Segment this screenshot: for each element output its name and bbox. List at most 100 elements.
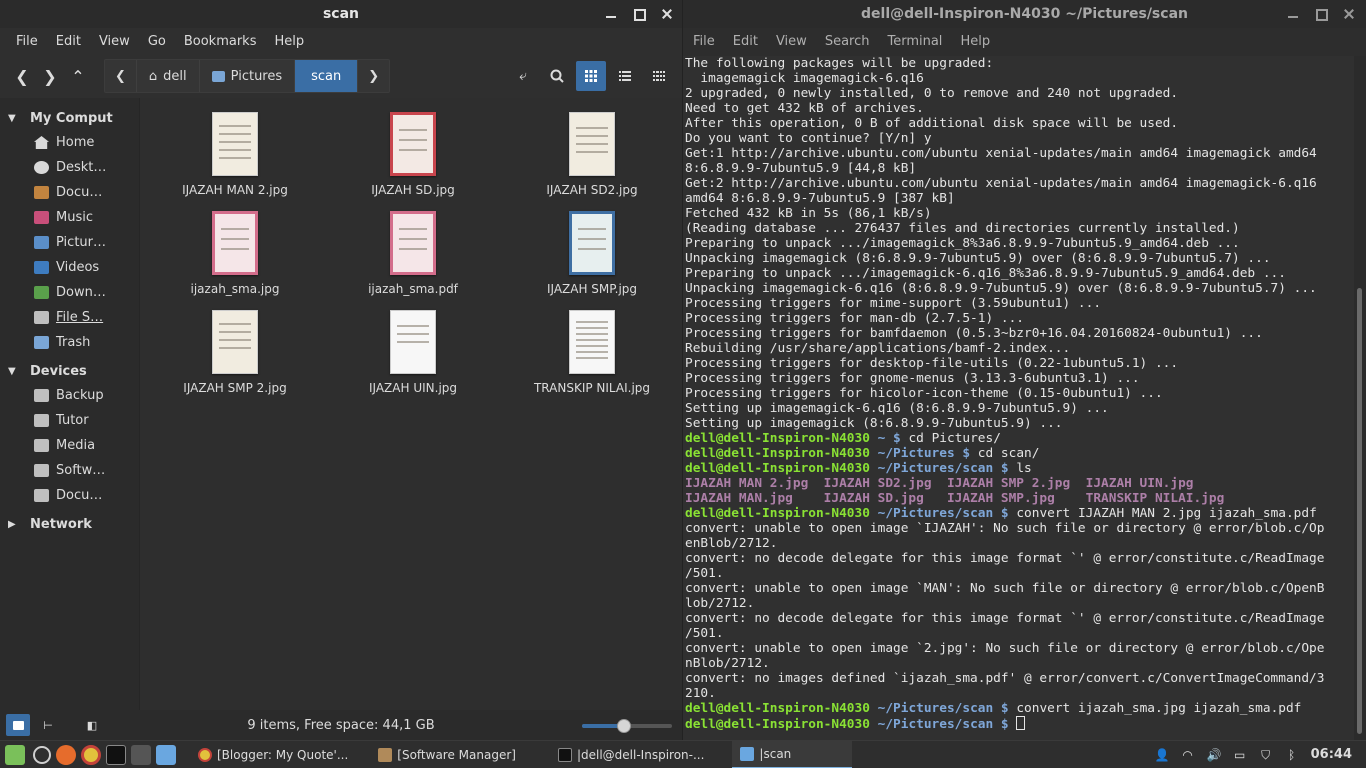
bluetooth-icon[interactable]: ᛒ bbox=[1285, 748, 1299, 762]
chrome-icon[interactable] bbox=[81, 744, 101, 765]
search-button[interactable] bbox=[542, 61, 572, 91]
terminal-minimize-button[interactable] bbox=[1286, 7, 1300, 21]
terminal-menu-edit[interactable]: Edit bbox=[725, 34, 766, 49]
wifi-icon[interactable]: ◠ bbox=[1181, 748, 1195, 762]
mint-menu-icon[interactable] bbox=[5, 744, 25, 765]
files-launcher-icon[interactable] bbox=[156, 744, 176, 765]
fm-menu-bookmarks[interactable]: Bookmarks bbox=[176, 34, 265, 49]
file-item[interactable]: IJAZAH MAN 2.jpg bbox=[155, 112, 315, 197]
file-item[interactable]: TRANSKIP NILAI.jpg bbox=[512, 310, 672, 395]
breadcrumb-scan[interactable]: scan bbox=[295, 60, 359, 92]
terminal-line: Fetched 432 kB in 5s (86,1 kB/s) bbox=[685, 206, 1354, 221]
file-item[interactable]: ijazah_sma.pdf bbox=[333, 211, 493, 296]
sidebar-item-pictures[interactable]: Pictur… bbox=[0, 230, 139, 255]
up-button[interactable]: ⌃ bbox=[64, 62, 92, 90]
file-item[interactable]: IJAZAH SMP.jpg bbox=[512, 211, 672, 296]
fm-window-title: scan bbox=[322, 6, 360, 22]
fm-titlebar[interactable]: scan bbox=[0, 0, 682, 28]
firefox-icon[interactable] bbox=[56, 744, 76, 765]
shield-icon[interactable]: ⛉ bbox=[1259, 748, 1273, 762]
fm-close-button[interactable] bbox=[660, 7, 674, 21]
sidebar-item-label: Home bbox=[56, 135, 95, 150]
sidebar-item-trash[interactable]: Trash bbox=[0, 330, 139, 355]
breadcrumb-left-arrow[interactable]: ❮ bbox=[105, 60, 137, 92]
terminal-scrollbar[interactable] bbox=[1354, 56, 1366, 740]
sidebar-section-title: Devices bbox=[30, 363, 87, 379]
terminal-launcher-icon[interactable] bbox=[106, 744, 126, 765]
file-item[interactable]: IJAZAH SD2.jpg bbox=[512, 112, 672, 197]
show-places-button[interactable] bbox=[6, 714, 30, 736]
terminal-menu-help[interactable]: Help bbox=[952, 34, 998, 49]
show-desktop-icon[interactable] bbox=[33, 745, 51, 764]
back-button[interactable]: ❮ bbox=[8, 62, 36, 90]
hide-sidebar-button[interactable]: ◧ bbox=[80, 714, 104, 736]
terminal-menu-view[interactable]: View bbox=[768, 34, 815, 49]
task-terminal[interactable]: |dell@dell-Inspiron-... bbox=[550, 741, 712, 768]
file-item[interactable]: IJAZAH UIN.jpg bbox=[333, 310, 493, 395]
terminal-menu-search[interactable]: Search bbox=[817, 34, 878, 49]
sidebar-item-media[interactable]: Media bbox=[0, 433, 139, 458]
file-item[interactable]: IJAZAH SD.jpg bbox=[333, 112, 493, 197]
fm-menu-edit[interactable]: Edit bbox=[48, 34, 89, 49]
sidebar-item-documents[interactable]: Docu… bbox=[0, 180, 139, 205]
sidebar-item-file-system[interactable]: File S… bbox=[0, 305, 139, 330]
output-text: Preparing to unpack .../imagemagick-6.q1… bbox=[685, 266, 1286, 281]
clock[interactable]: 06:44 bbox=[1311, 747, 1352, 762]
output-text: convert: unable to open image `MAN': No … bbox=[685, 581, 1325, 596]
list-view-button[interactable] bbox=[610, 61, 640, 91]
terminal-line: Processing triggers for hicolor-icon-the… bbox=[685, 386, 1354, 401]
terminal-output[interactable]: The following packages will be upgraded:… bbox=[683, 56, 1354, 740]
software-manager-icon bbox=[378, 747, 393, 762]
forward-button[interactable]: ❯ bbox=[36, 62, 64, 90]
sidebar-item-desktop[interactable]: Deskt… bbox=[0, 155, 139, 180]
toggle-location-button[interactable]: ⤶ bbox=[508, 61, 538, 91]
file-item[interactable]: IJAZAH SMP 2.jpg bbox=[155, 310, 315, 395]
sidebar-item-backup[interactable]: Backup bbox=[0, 383, 139, 408]
task-scan[interactable]: |scan bbox=[732, 740, 853, 768]
battery-icon[interactable]: ▭ bbox=[1233, 748, 1247, 762]
sidebar-section-network[interactable]: ▶ Network bbox=[0, 512, 139, 536]
sidebar-item-videos[interactable]: Videos bbox=[0, 255, 139, 280]
terminal-maximize-button[interactable] bbox=[1314, 7, 1328, 21]
sidebar-item-home[interactable]: Home bbox=[0, 130, 139, 155]
file-grid[interactable]: IJAZAH MAN 2.jpg IJAZAH SD.jpg IJAZAH SD… bbox=[140, 98, 682, 710]
fm-minimize-button[interactable] bbox=[604, 7, 618, 21]
sidebar-item-music[interactable]: Music bbox=[0, 205, 139, 230]
breadcrumb-dell[interactable]: ⌂ dell bbox=[137, 60, 200, 92]
terminal-menu-terminal[interactable]: Terminal bbox=[879, 34, 950, 49]
terminal-menu-file[interactable]: File bbox=[685, 34, 723, 49]
image-thumbnail bbox=[390, 310, 436, 374]
zoom-slider-handle[interactable] bbox=[617, 719, 632, 733]
terminal-line: After this operation, 0 B of additional … bbox=[685, 116, 1354, 131]
zoom-slider[interactable] bbox=[582, 719, 672, 733]
breadcrumb-pictures[interactable]: Pictures bbox=[200, 60, 296, 92]
task-software-manager[interactable]: [Software Manager] bbox=[370, 741, 524, 768]
sidebar-item-downloads[interactable]: Down… bbox=[0, 280, 139, 305]
sidebar-item-software[interactable]: Softw… bbox=[0, 458, 139, 483]
terminal-close-button[interactable] bbox=[1342, 7, 1356, 21]
terminal-icon bbox=[557, 747, 572, 762]
output-text: 210. bbox=[685, 686, 716, 701]
sidebar-section-my-computer[interactable]: ▼ My Comput bbox=[0, 106, 139, 130]
icon-view-button[interactable] bbox=[576, 61, 606, 91]
software-launcher-icon[interactable] bbox=[131, 744, 151, 765]
sidebar-section-devices[interactable]: ▼ Devices bbox=[0, 359, 139, 383]
output-text: Need to get 432 kB of archives. bbox=[685, 101, 924, 116]
fm-menu-file[interactable]: File bbox=[8, 34, 46, 49]
task-blogger[interactable]: [Blogger: My Quote'... bbox=[190, 741, 356, 768]
file-item[interactable]: ijazah_sma.jpg bbox=[155, 211, 315, 296]
fm-menu-go[interactable]: Go bbox=[140, 34, 174, 49]
fm-maximize-button[interactable] bbox=[632, 7, 646, 21]
scrollbar-thumb[interactable] bbox=[1357, 288, 1362, 734]
compact-view-button[interactable] bbox=[644, 61, 674, 91]
sidebar-item-tutor[interactable]: Tutor bbox=[0, 408, 139, 433]
fm-menu-view[interactable]: View bbox=[91, 34, 138, 49]
terminal-line: 2 upgraded, 0 newly installed, 0 to remo… bbox=[685, 86, 1354, 101]
user-icon[interactable]: 👤 bbox=[1155, 748, 1170, 762]
sidebar-item-documents-drive[interactable]: Docu… bbox=[0, 483, 139, 508]
terminal-titlebar[interactable]: dell@dell-Inspiron-N4030 ~/Pictures/scan bbox=[683, 0, 1366, 28]
breadcrumb-right-arrow[interactable]: ❯ bbox=[358, 60, 389, 92]
volume-icon[interactable]: 🔊 bbox=[1207, 748, 1222, 762]
show-treeview-button[interactable]: ⊢ bbox=[36, 714, 60, 736]
fm-menu-help[interactable]: Help bbox=[266, 34, 312, 49]
